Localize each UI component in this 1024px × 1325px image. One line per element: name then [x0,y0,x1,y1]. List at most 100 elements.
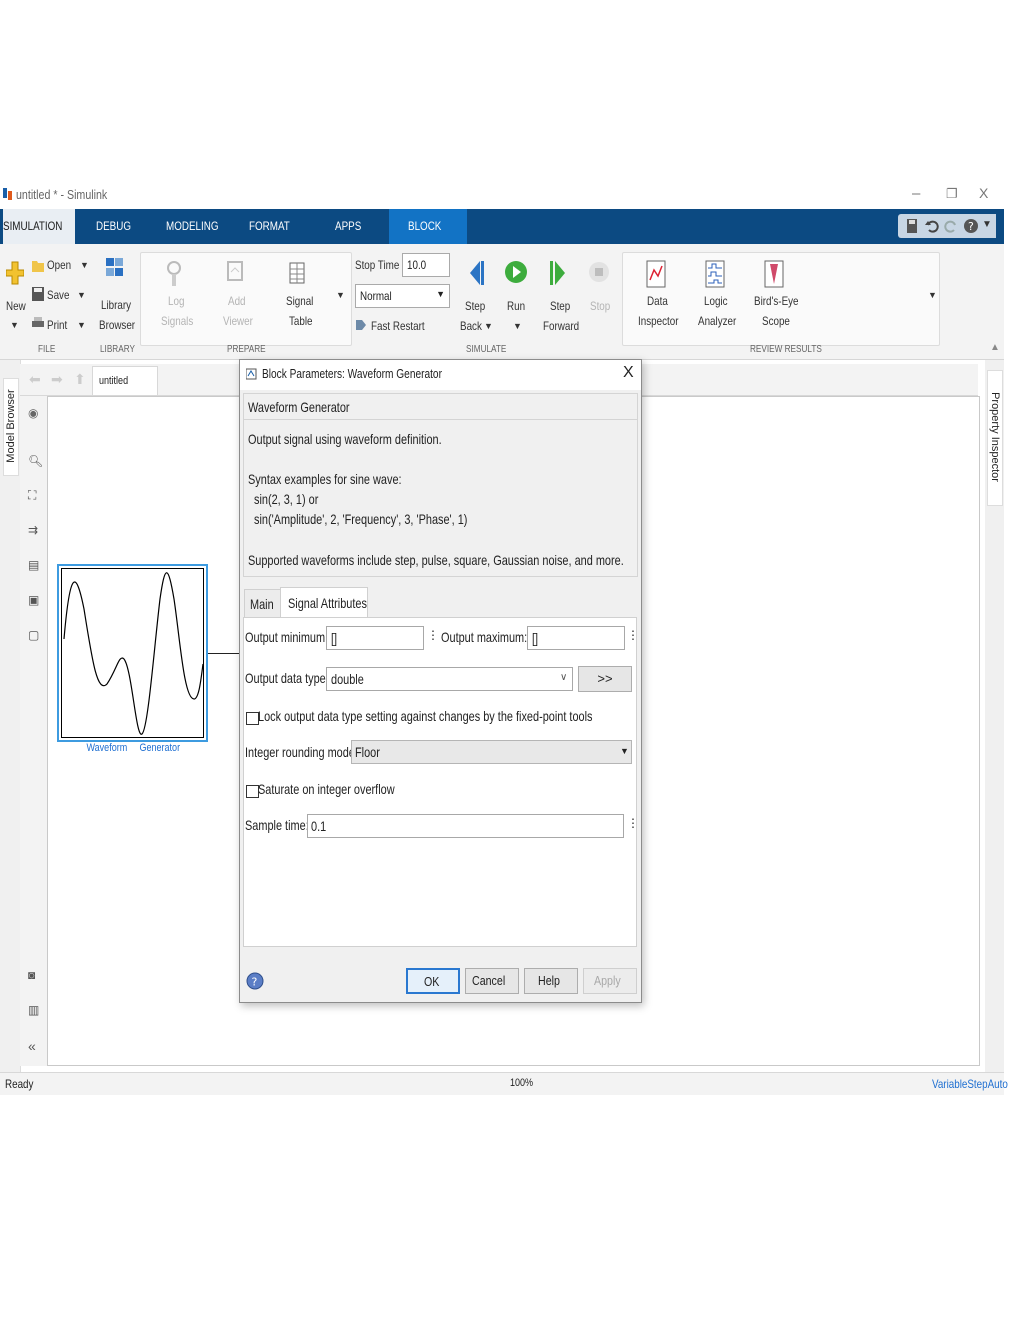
signal-table-label: Table [289,314,313,328]
new-dropdown-icon[interactable]: ▼ [10,320,19,330]
section-simulate-label: SIMULATE [466,344,507,355]
restore-button[interactable]: ❐ [946,186,958,202]
run-dropdown-icon[interactable]: ▼ [513,321,522,331]
quick-access-toolbar: ? ▼ [898,214,996,238]
model-browser-strip: Model Browser [0,360,21,1072]
output-maximum-menu-icon[interactable]: ⋮ [627,628,639,642]
dialog-titlebar: Block Parameters: Waveform Generator X [240,360,641,390]
stop-icon [589,262,609,282]
dialog-close-button[interactable]: X [623,364,634,382]
output-minimum-input[interactable]: [] [326,626,424,650]
prepare-dropdown-icon[interactable]: ▼ [336,290,345,300]
back-arrow-icon[interactable]: ⬅ [29,371,41,388]
step-back-icon [470,261,484,285]
stop-button[interactable]: Stop [590,299,610,313]
fast-restart-button[interactable]: Fast Restart [371,319,425,333]
stop-time-input[interactable]: 10.0 [402,253,450,277]
tab-simulation[interactable]: SIMULATION [3,209,75,244]
window-titlebar: untitled * - Simulink – ❐ X [0,182,1004,208]
forward-arrow-icon[interactable]: ➡ [51,371,63,388]
save-dropdown-icon[interactable]: ▼ [77,290,86,300]
new-plus-icon[interactable] [6,260,24,290]
data-type-assistant-button[interactable]: >> [578,666,632,692]
up-arrow-icon[interactable]: ⬆ [74,371,86,388]
open-dropdown-icon[interactable]: ▼ [80,260,89,270]
collapse-toolstrip-icon[interactable]: ▲ [990,342,1000,353]
run-button[interactable]: Run [507,299,525,313]
zoom-icon[interactable]: 🔍︎ [28,454,43,468]
collapse-palette-icon[interactable]: « [28,1038,36,1054]
hide-show-icon[interactable]: ◉ [28,406,38,420]
property-inspector-tab[interactable]: Property Inspector [987,370,1003,506]
area-icon[interactable]: ▢ [28,628,39,642]
step-forward-button[interactable]: Step [550,299,570,313]
report-icon[interactable]: ▥ [28,1003,39,1017]
new-button[interactable]: New [6,299,26,313]
annotation-icon[interactable]: ▤ [28,558,39,572]
output-signal-line[interactable] [208,653,240,654]
save-quick-icon[interactable] [906,218,918,234]
review-dropdown-icon[interactable]: ▼ [928,290,937,300]
fit-view-icon[interactable]: ⛶ [28,488,36,503]
block-description-group: Waveform Generator Output signal using w… [243,393,638,577]
tab-main[interactable]: Main [244,589,282,618]
camera-icon[interactable]: ◙ [28,968,35,982]
logic-analyzer-button[interactable]: Logic [704,294,728,308]
close-window-button[interactable]: X [979,185,988,201]
step-back-button[interactable]: Step [465,299,485,313]
library-browser-button[interactable]: Library [101,298,131,312]
solver-link[interactable]: VariableStepAuto [932,1077,1008,1091]
tab-format[interactable]: FORMAT [244,209,304,244]
print-dropdown-icon[interactable]: ▼ [77,320,86,330]
tab-block[interactable]: BLOCK [389,209,467,244]
block-name-label[interactable]: Waveform Generator [58,742,208,754]
redo-icon[interactable] [944,219,958,233]
help-button[interactable]: Help [524,968,578,994]
tab-debug[interactable]: DEBUG [88,209,146,244]
dtype-chevron-down-icon: ∨ [560,672,568,683]
add-viewer-button[interactable]: Add [228,294,246,308]
block-parameters-dialog: Block Parameters: Waveform Generator X W… [239,359,642,1003]
data-inspector-icon [646,260,666,288]
model-browser-tab[interactable]: Model Browser [3,378,19,476]
data-inspector-button[interactable]: Data [647,294,668,308]
save-disk-icon [32,287,44,301]
apply-button[interactable]: Apply [583,968,637,994]
sample-time-input[interactable]: 0.1 [307,814,624,838]
simulation-mode-select[interactable]: Normal ▼ [355,284,450,308]
sample-time-menu-icon[interactable]: ⋮ [627,816,639,830]
ok-button[interactable]: OK [406,968,460,994]
open-button[interactable]: Open [47,258,71,272]
saturate-overflow-label: Saturate on integer overflow [258,781,395,797]
chevron-down-icon[interactable]: ▼ [982,219,992,230]
undo-icon[interactable] [925,219,939,233]
status-text: Ready [5,1077,34,1091]
step-back-dropdown-icon[interactable]: ▼ [484,321,493,331]
library-browser-label: Browser [99,318,136,332]
arrow-right-icon[interactable]: ⇉ [28,523,38,537]
tab-modeling[interactable]: MODELING [160,209,236,244]
help-quick-icon[interactable]: ? [963,217,979,235]
cancel-button[interactable]: Cancel [465,968,519,994]
waveform-generator-block[interactable] [57,564,208,742]
output-minimum-menu-icon[interactable]: ⋮ [427,628,439,642]
output-data-type-select[interactable]: double ∨ [326,667,573,691]
step-forward-icon [550,261,565,285]
signal-table-button[interactable]: Signal [286,294,313,308]
minimize-button[interactable]: – [912,185,920,202]
birds-eye-scope-button[interactable]: Bird's-Eye [754,294,799,308]
integer-rounding-select[interactable]: Floor ▼ [351,740,632,764]
breadcrumb[interactable]: untitled [92,366,158,396]
tab-signal-attributes[interactable]: Signal Attributes [280,587,368,619]
save-button[interactable]: Save [47,288,69,302]
output-maximum-input[interactable]: [] [527,626,625,650]
tab-apps[interactable]: APPS [326,209,376,244]
integer-rounding-label: Integer rounding mode: [245,744,358,760]
help-circle-icon[interactable]: ? [246,970,264,992]
print-button[interactable]: Print [47,318,67,332]
sample-time-label: Sample time: [245,817,309,833]
log-signals-button[interactable]: Log [168,294,184,308]
printer-icon [32,317,44,327]
image-icon[interactable]: ▣ [28,593,39,607]
description-line3: sin(2, 3, 1) or [254,491,319,507]
